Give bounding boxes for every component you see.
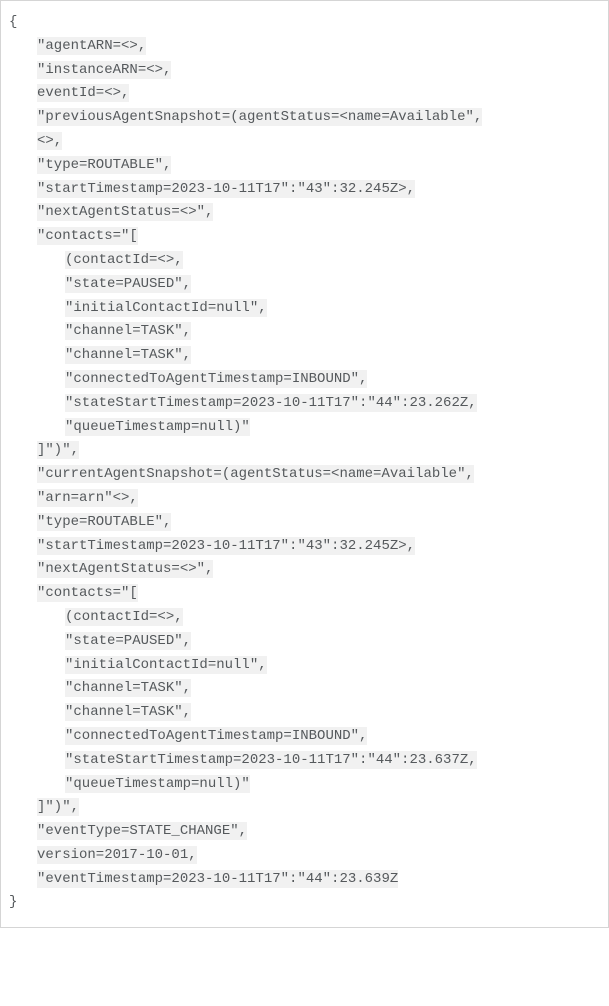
code-line: "channel=TASK", [9,701,600,725]
code-line: "arn=arn"<>, [9,487,600,511]
code-line: "type=ROUTABLE", [9,511,600,535]
code-line: (contactId=<>, [9,606,600,630]
code-line: "queueTimestamp=null)" [9,773,600,797]
code-line: "previousAgentSnapshot=(agentStatus=<nam… [9,106,600,130]
code-line: "state=PAUSED", [9,630,600,654]
code-line: "agentARN=<>, [9,35,600,59]
code-line: "startTimestamp=2023-10-11T17":"43":32.2… [9,535,600,559]
code-line: "nextAgentStatus=<>", [9,201,600,225]
code-line: "connectedToAgentTimestamp=INBOUND", [9,725,600,749]
code-line: ]")", [9,439,600,463]
code-line: "initialContactId=null", [9,297,600,321]
code-line: "contacts="[ [9,225,600,249]
code-line: ]")", [9,796,600,820]
code-line: "queueTimestamp=null)" [9,416,600,440]
code-line: "connectedToAgentTimestamp=INBOUND", [9,368,600,392]
code-line: (contactId=<>, [9,249,600,273]
code-line: "eventTimestamp=2023-10-11T17":"44":23.6… [9,868,600,892]
code-line: "stateStartTimestamp=2023-10-11T17":"44"… [9,749,600,773]
close-brace: } [9,891,600,915]
code-line: "startTimestamp=2023-10-11T17":"43":32.2… [9,178,600,202]
code-block: { "agentARN=<>, "instanceARN=<>, eventId… [0,0,609,928]
code-line: version=2017-10-01, [9,844,600,868]
code-line: "state=PAUSED", [9,273,600,297]
code-line: "contacts="[ [9,582,600,606]
code-line: "initialContactId=null", [9,654,600,678]
code-line: "instanceARN=<>, [9,59,600,83]
code-line: "stateStartTimestamp=2023-10-11T17":"44"… [9,392,600,416]
open-brace: { [9,11,600,35]
code-line: "eventType=STATE_CHANGE", [9,820,600,844]
code-line: eventId=<>, [9,82,600,106]
code-line: "nextAgentStatus=<>", [9,558,600,582]
code-line: "currentAgentSnapshot=(agentStatus=<name… [9,463,600,487]
code-line: "channel=TASK", [9,677,600,701]
code-line: "type=ROUTABLE", [9,154,600,178]
code-line: <>, [9,130,600,154]
code-line: "channel=TASK", [9,344,600,368]
code-line: "channel=TASK", [9,320,600,344]
